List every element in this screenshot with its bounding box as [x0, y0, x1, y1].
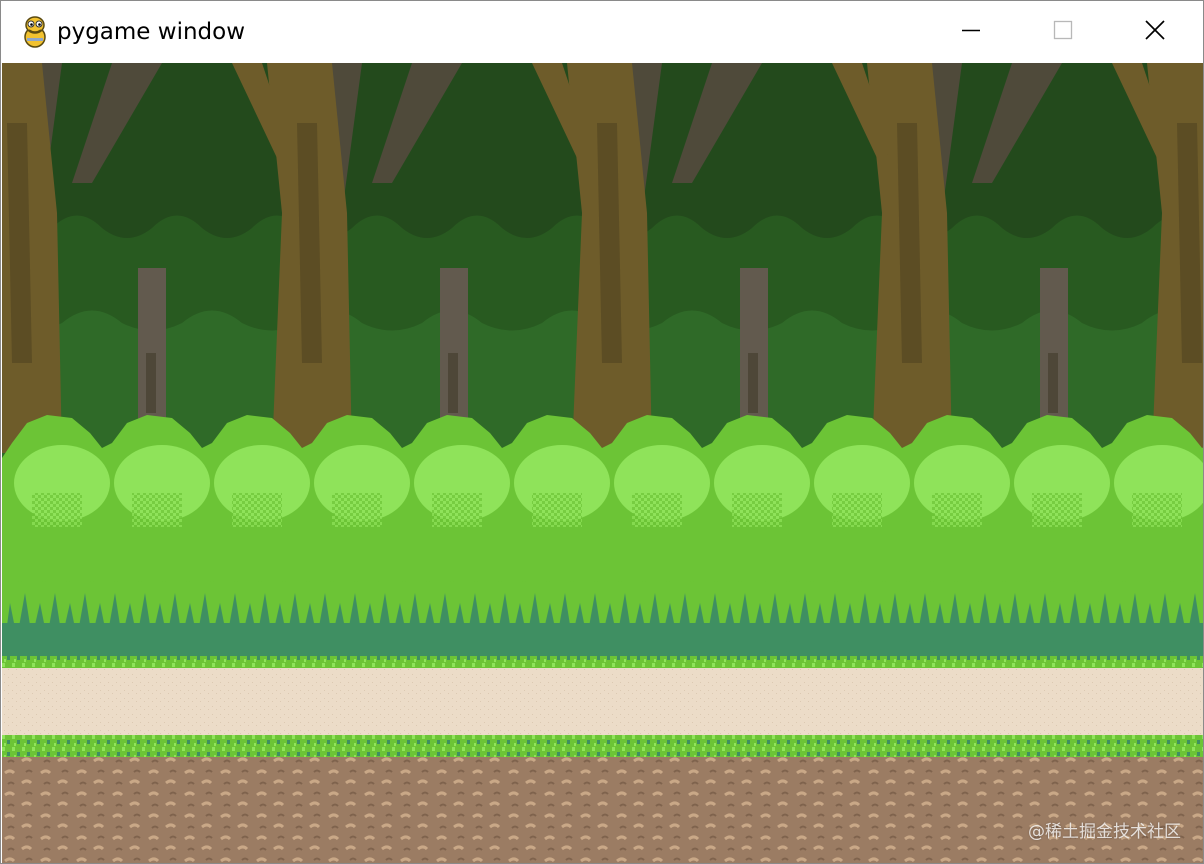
game-canvas[interactable]: @稀土掘金技术社区: [2, 63, 1203, 863]
bush-checker: [32, 493, 82, 527]
minimize-button[interactable]: [925, 1, 1017, 62]
bush-checker: [432, 493, 482, 527]
bush-checker: [232, 493, 282, 527]
forest-scene: [2, 63, 1203, 863]
minimize-icon: [961, 20, 981, 44]
bush-checker: [1132, 493, 1182, 527]
thin-trunk-shade: [448, 353, 458, 413]
bush-checker: [532, 493, 582, 527]
bush-checker: [132, 493, 182, 527]
bush-checker: [1032, 493, 1082, 527]
maximize-button[interactable]: [1017, 1, 1109, 62]
bush-checker: [732, 493, 782, 527]
bush-checker: [332, 493, 382, 527]
window-title: pygame window: [57, 19, 246, 45]
thin-trunk-shade: [1048, 353, 1058, 413]
bush-checker: [932, 493, 982, 527]
sand-path: [2, 668, 1203, 738]
pygame-window: pygame window @稀土掘金技术社区: [0, 0, 1204, 864]
maximize-icon: [1053, 20, 1073, 44]
bush-checker: [632, 493, 682, 527]
close-icon: [1144, 19, 1166, 45]
watermark-text: @稀土掘金技术社区: [1028, 822, 1181, 842]
thin-trunk-shade: [748, 353, 758, 413]
close-button[interactable]: [1109, 1, 1201, 62]
dirt-ground: [2, 757, 1203, 863]
grass-fringe-top: [2, 656, 1203, 668]
grass-fringe-bottom: [2, 735, 1203, 759]
bush-checker: [832, 493, 882, 527]
pygame-snake-icon: [19, 15, 51, 49]
title-bar[interactable]: pygame window: [1, 1, 1203, 62]
thin-trunk-shade: [146, 353, 156, 413]
